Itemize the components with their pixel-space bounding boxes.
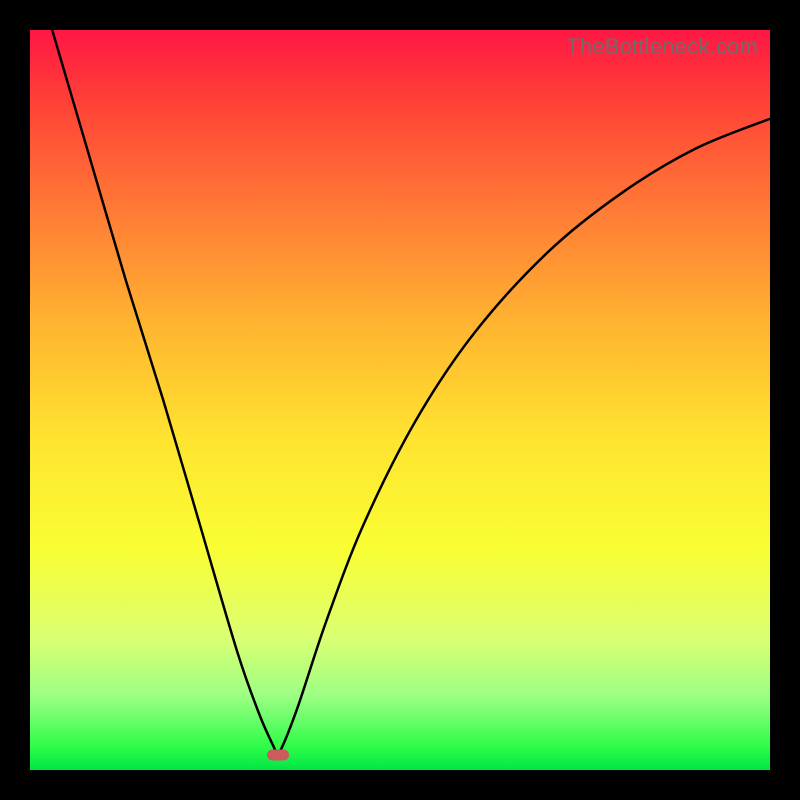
plot-area: TheBottleneck.com <box>30 30 770 770</box>
chart-frame: TheBottleneck.com <box>0 0 800 800</box>
bottleneck-curve <box>30 30 770 770</box>
notch-marker <box>267 750 289 761</box>
